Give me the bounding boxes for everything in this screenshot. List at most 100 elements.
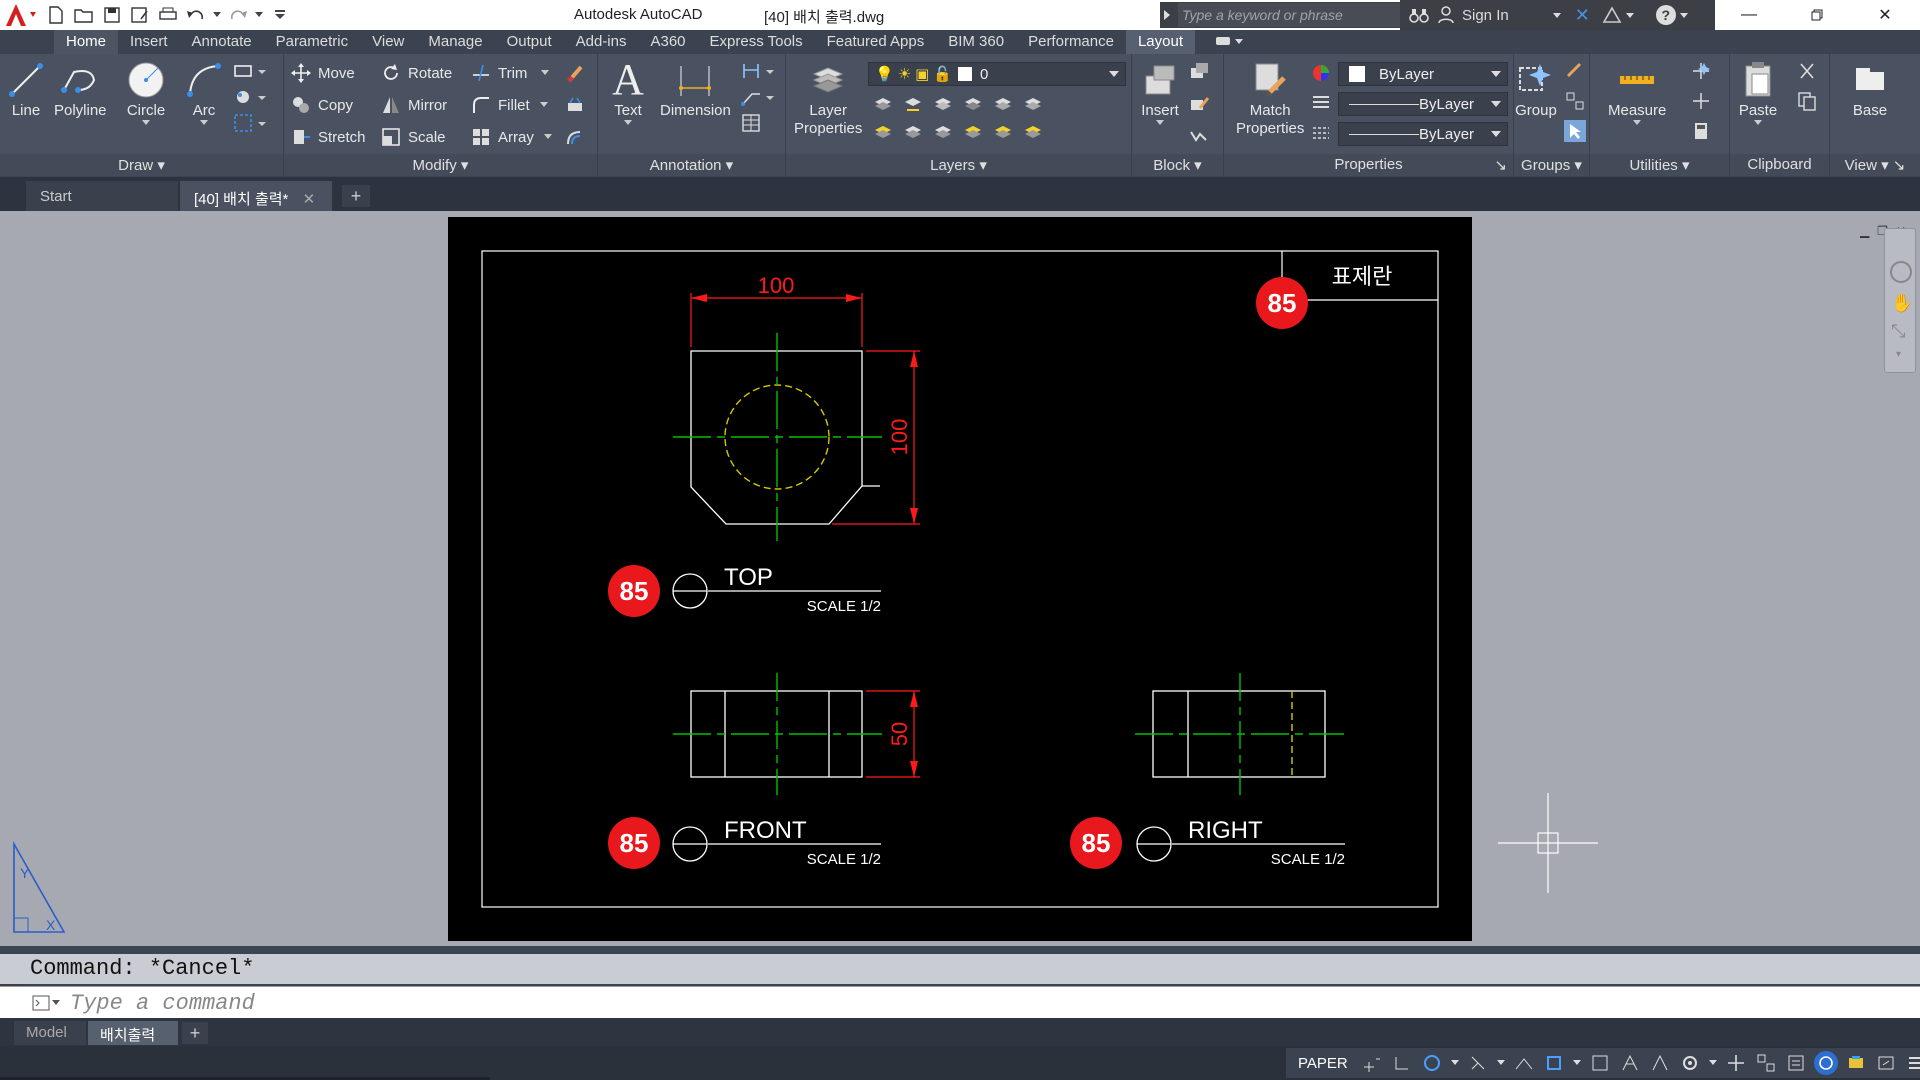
- boundary-icon[interactable]: [232, 112, 254, 134]
- rectangle-icon[interactable]: [232, 60, 254, 82]
- tab-performance[interactable]: Performance: [1016, 30, 1126, 54]
- layout-tab-model[interactable]: Model: [14, 1021, 86, 1045]
- annotation-visibility-icon[interactable]: [1618, 1051, 1642, 1075]
- text-dropdown-icon[interactable]: [624, 120, 632, 126]
- arc-button[interactable]: Arc: [182, 58, 226, 126]
- undo-dropdown-icon[interactable]: [212, 4, 222, 26]
- plot-print-icon[interactable]: [156, 4, 180, 26]
- grid-snap-icon[interactable]: [1360, 1051, 1384, 1075]
- linear-dropdown-icon[interactable]: [766, 60, 788, 82]
- layer-isolate-icon[interactable]: [872, 92, 894, 114]
- navbar-dropdown-icon[interactable]: ▾: [1896, 349, 1901, 360]
- restore-window-icon[interactable]: [1783, 0, 1851, 30]
- tab-output[interactable]: Output: [495, 30, 564, 54]
- tab-a360[interactable]: A360: [638, 30, 697, 54]
- insert-block-button[interactable]: Insert: [1138, 58, 1182, 126]
- match-properties-button[interactable]: Match Properties: [1236, 58, 1304, 138]
- layer-dropdown[interactable]: 💡 ☀ ▣ 🔓 0: [868, 62, 1126, 86]
- clean-screen-icon[interactable]: [1874, 1051, 1898, 1075]
- exchange-apps-icon[interactable]: ✕: [1575, 5, 1590, 26]
- fillet-dropdown-icon[interactable]: [539, 102, 548, 108]
- layers-panel-title[interactable]: Layers ▾: [786, 154, 1131, 176]
- linetype-dropdown[interactable]: ByLayer: [1338, 122, 1508, 146]
- layer-freeze-icon[interactable]: [962, 92, 984, 114]
- help-icon[interactable]: ?: [1655, 5, 1676, 25]
- layer-merge-icon[interactable]: [1022, 120, 1044, 142]
- customization-menu-icon[interactable]: [1904, 1051, 1920, 1075]
- open-folder-icon[interactable]: [72, 4, 96, 26]
- measure-button[interactable]: Measure: [1608, 58, 1666, 126]
- base-view-button[interactable]: Base: [1848, 58, 1892, 120]
- isodraft-icon[interactable]: [1512, 1051, 1536, 1075]
- new-layout-button[interactable]: +: [182, 1022, 208, 1044]
- tab-manage[interactable]: Manage: [416, 30, 494, 54]
- ribbon-display-toggle-icon[interactable]: [1215, 30, 1244, 54]
- group-edit-icon[interactable]: [1564, 90, 1586, 112]
- text-button[interactable]: A Text: [606, 58, 650, 126]
- layer-match-icon[interactable]: [902, 92, 924, 114]
- object-snap-dropdown-icon[interactable]: [1572, 1051, 1582, 1075]
- lineweight-display-icon[interactable]: [1588, 1051, 1612, 1075]
- osnap-dropdown-icon[interactable]: [1496, 1051, 1506, 1075]
- save-icon[interactable]: [100, 4, 124, 26]
- linetype-icon[interactable]: [1310, 122, 1332, 144]
- circle-button[interactable]: Circle: [124, 58, 168, 126]
- units-icon[interactable]: [1754, 1051, 1778, 1075]
- block-panel-title[interactable]: Block ▾: [1132, 154, 1223, 176]
- draw-panel-title[interactable]: Draw ▾: [0, 154, 283, 176]
- layer-off-icon[interactable]: [932, 92, 954, 114]
- tab-bim-360[interactable]: BIM 360: [936, 30, 1016, 54]
- array-dropdown-icon[interactable]: [543, 134, 552, 140]
- layer-states-icon[interactable]: [1022, 92, 1044, 114]
- array-button[interactable]: Array: [470, 124, 552, 150]
- layer-previous-icon[interactable]: [902, 120, 924, 142]
- redo-icon[interactable]: [226, 4, 250, 26]
- paper-space-toggle[interactable]: PAPER: [1292, 1055, 1354, 1072]
- layer-walk-icon[interactable]: [992, 92, 1014, 114]
- groups-panel-title[interactable]: Groups ▾: [1514, 154, 1589, 176]
- binoculars-search-icon[interactable]: [1408, 4, 1430, 26]
- lineweight-dropdown[interactable]: ByLayer: [1338, 92, 1508, 116]
- annotation-scale-icon[interactable]: [1648, 1051, 1672, 1075]
- trim-button[interactable]: Trim: [470, 60, 550, 86]
- quick-select-icon[interactable]: [1690, 60, 1712, 82]
- color-dropdown[interactable]: ByLayer: [1338, 62, 1508, 86]
- layout-sheet[interactable]: 100 100 50 TOP SCALE 1/2 FRONT SCALE 1/2…: [448, 217, 1472, 941]
- trim-dropdown-icon[interactable]: [541, 70, 550, 76]
- paste-button[interactable]: Paste: [1736, 58, 1780, 126]
- object-snap-tracking-icon[interactable]: [1466, 1051, 1490, 1075]
- tab-parametric[interactable]: Parametric: [264, 30, 361, 54]
- properties-launcher-icon[interactable]: ↘: [1494, 156, 1507, 174]
- isolate-objects-icon[interactable]: [1813, 1051, 1838, 1075]
- new-file-icon[interactable]: [44, 4, 68, 26]
- tab-insert[interactable]: Insert: [118, 30, 180, 54]
- block-attribute-icon[interactable]: [1188, 124, 1210, 146]
- viewport-minimize-icon[interactable]: ▁: [1860, 224, 1869, 238]
- redo-dropdown-icon[interactable]: [254, 4, 264, 26]
- save-as-icon[interactable]: [128, 4, 152, 26]
- search-expand-icon[interactable]: [1164, 10, 1170, 20]
- tab-featured-apps[interactable]: Featured Apps: [815, 30, 937, 54]
- rectangle-dropdown-icon[interactable]: [258, 60, 280, 82]
- polyline-button[interactable]: Polyline: [54, 58, 107, 120]
- polar-tracking-icon[interactable]: [1420, 1051, 1444, 1075]
- help-dropdown-icon[interactable]: [1679, 12, 1688, 18]
- measure-dropdown-icon[interactable]: [1633, 120, 1642, 126]
- point-icon[interactable]: [1690, 90, 1712, 112]
- tab-layout[interactable]: Layout: [1125, 30, 1196, 54]
- tab-annotate[interactable]: Annotate: [180, 30, 264, 54]
- move-button[interactable]: Move: [290, 60, 355, 86]
- stretch-button[interactable]: Stretch: [290, 124, 366, 150]
- annotation-panel-title[interactable]: Annotation ▾: [598, 154, 785, 176]
- offset-button[interactable]: [564, 124, 586, 150]
- scale-button[interactable]: Scale: [380, 124, 446, 150]
- fillet-button[interactable]: Fillet: [470, 92, 548, 118]
- cut-icon[interactable]: [1796, 60, 1818, 82]
- user-icon[interactable]: [1438, 5, 1456, 25]
- modify-panel-title[interactable]: Modify ▾: [284, 154, 597, 176]
- doc-tab-start[interactable]: Start: [26, 181, 178, 211]
- erase-button[interactable]: [564, 60, 586, 86]
- rotate-button[interactable]: Rotate: [380, 60, 452, 86]
- layout-tab-active[interactable]: 배치출력: [88, 1021, 178, 1045]
- steering-wheel-icon[interactable]: [1890, 261, 1912, 283]
